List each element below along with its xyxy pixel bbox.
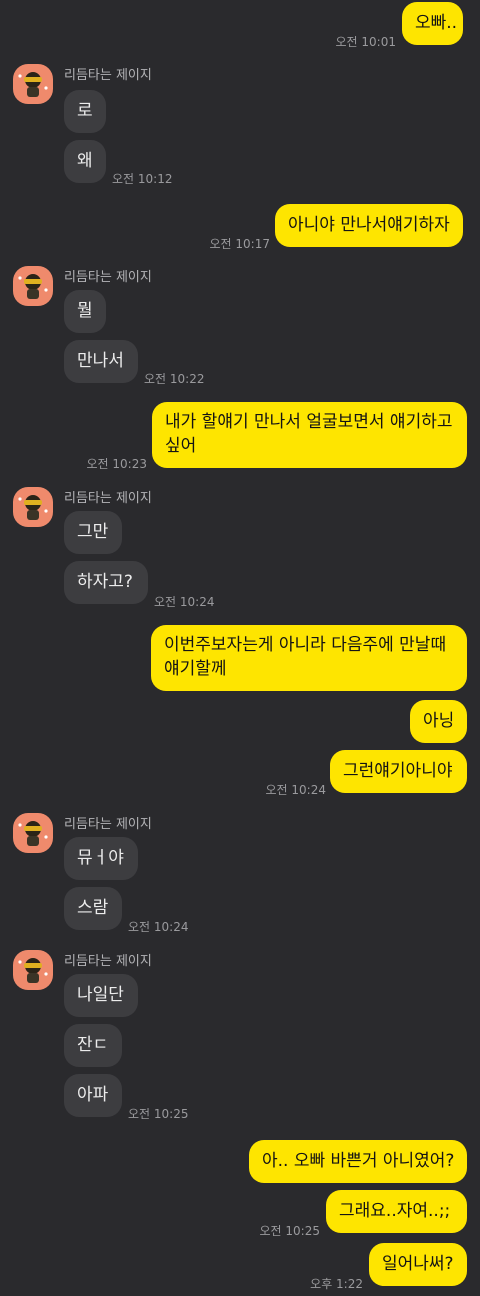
my-message-bubble[interactable]: 내가 할얘기 만나서 얼굴보면서 얘기하고 싶어 [152,402,467,468]
partner-avatar-icon[interactable] [13,950,53,990]
message-time: 오전 10:01 [335,35,396,49]
partner-message-bubble[interactable]: 만나서 [64,340,138,383]
message-time: 오전 10:23 [86,457,147,471]
my-message-bubble[interactable]: 아닝 [410,700,467,743]
message-time: 오전 10:17 [209,237,270,251]
partner-message-bubble[interactable]: 로 [64,90,106,133]
message-time: 오전 10:25 [128,1107,189,1121]
my-message-bubble[interactable]: 일어나써? [369,1243,467,1286]
partner-message-bubble[interactable]: 아파 [64,1074,122,1117]
message-time: 오후 1:22 [310,1277,363,1291]
message-time: 오전 10:25 [259,1224,320,1238]
message-line: 얘기할께 [164,659,227,679]
partner-avatar-icon[interactable] [13,487,53,527]
partner-message-bubble[interactable]: 뮤ㅓ야 [64,837,138,880]
partner-message-bubble[interactable]: 잔ㄷ [64,1024,122,1067]
message-line: 내가 할얘기 만나서 얼굴보면서 얘기하고 [165,412,453,432]
my-message-bubble[interactable]: 그래요..자여..;; [326,1190,467,1233]
message-time: 오전 10:22 [144,372,205,386]
my-message-bubble[interactable]: 그런얘기아니야 [330,750,467,793]
partner-message-bubble[interactable]: 스람 [64,887,122,930]
partner-name: 리듬타는 제이지 [64,68,152,83]
my-message-bubble[interactable]: 아.. 오빠 바쁜거 아니였어? [249,1140,467,1183]
partner-avatar-icon[interactable] [13,813,53,853]
partner-message-bubble[interactable]: 뭘 [64,290,106,333]
message-time: 오전 10:12 [112,172,173,186]
partner-name: 리듬타는 제이지 [64,491,152,506]
partner-message-bubble[interactable]: 하자고? [64,561,148,604]
partner-avatar-icon[interactable] [13,266,53,306]
message-time: 오전 10:24 [265,783,326,797]
partner-name: 리듬타는 제이지 [64,817,152,832]
message-line: 이번주보자는게 아니라 다음주에 만날때 [164,635,447,655]
partner-avatar-icon[interactable] [13,64,53,104]
my-message-bubble[interactable]: 이번주보자는게 아니라 다음주에 만날때 얘기할께 [151,625,467,691]
partner-message-bubble[interactable]: 왜 [64,140,106,183]
message-time: 오전 10:24 [128,920,189,934]
partner-message-bubble[interactable]: 나일단 [64,974,138,1017]
my-message-bubble[interactable]: 오빠.. [402,2,463,45]
partner-name: 리듬타는 제이지 [64,270,152,285]
partner-message-bubble[interactable]: 그만 [64,511,122,554]
message-line: 싶어 [165,436,197,456]
my-message-bubble[interactable]: 아니야 만나서얘기하자 [275,204,463,247]
partner-name: 리듬타는 제이지 [64,954,152,969]
message-time: 오전 10:24 [154,595,215,609]
